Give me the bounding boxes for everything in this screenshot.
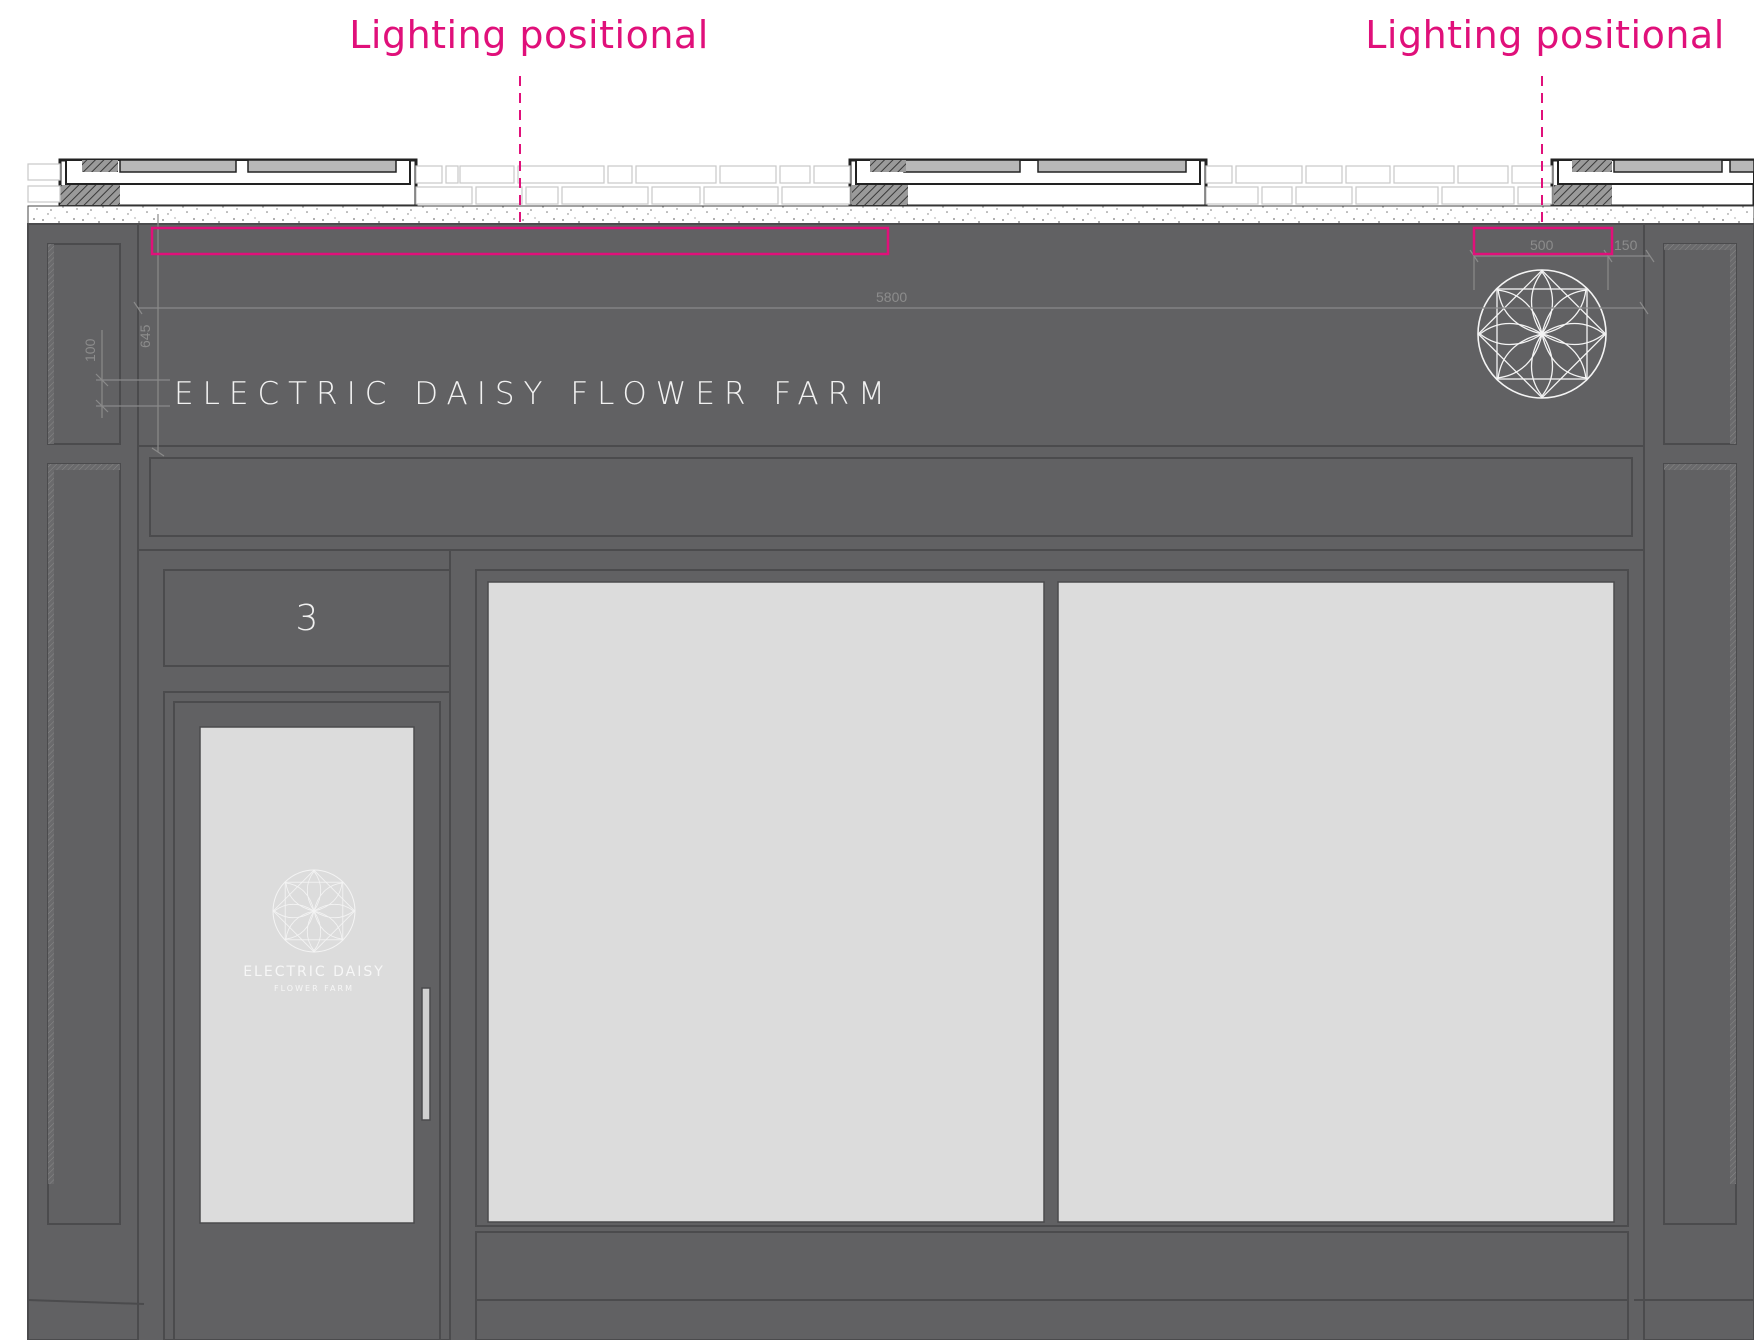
shopfront-elevation-drawing: ELECTRIC DAISY FLOWER FARM 5800 645 100 … — [27, 13, 1754, 1340]
display-window-pane-right — [1057, 581, 1615, 1223]
door-handle[interactable] — [421, 987, 431, 1121]
dim-sign-height: 645 — [137, 324, 153, 348]
street-number: 3 — [296, 598, 319, 639]
dim-logo-offset: 150 — [1614, 237, 1638, 253]
lighting-callout-label-right: Lighting positional — [1365, 13, 1725, 57]
door-vinyl-logo — [272, 869, 356, 953]
upper-window-left — [58, 158, 418, 208]
dim-logo-width: 500 — [1530, 237, 1554, 253]
fascia-sign-text: ELECTRIC DAISY FLOWER FARM — [174, 376, 894, 412]
door-vinyl-sub: FLOWER FARM — [274, 984, 354, 993]
door-vinyl-brand: ELECTRIC DAISY — [243, 964, 385, 980]
upper-storey — [27, 158, 1754, 225]
dim-text-height: 100 — [82, 338, 98, 362]
display-window-pane-left — [487, 581, 1045, 1223]
shopfront: ELECTRIC DAISY FLOWER FARM 5800 645 100 … — [27, 214, 1754, 1340]
dim-overall-width: 5800 — [876, 289, 907, 305]
upper-window-middle — [848, 158, 1208, 208]
render-band — [27, 205, 1754, 225]
daisy-mandala-icon — [1477, 269, 1607, 399]
lighting-callout-label-left: Lighting positional — [349, 13, 709, 57]
upper-window-right — [1550, 158, 1754, 208]
